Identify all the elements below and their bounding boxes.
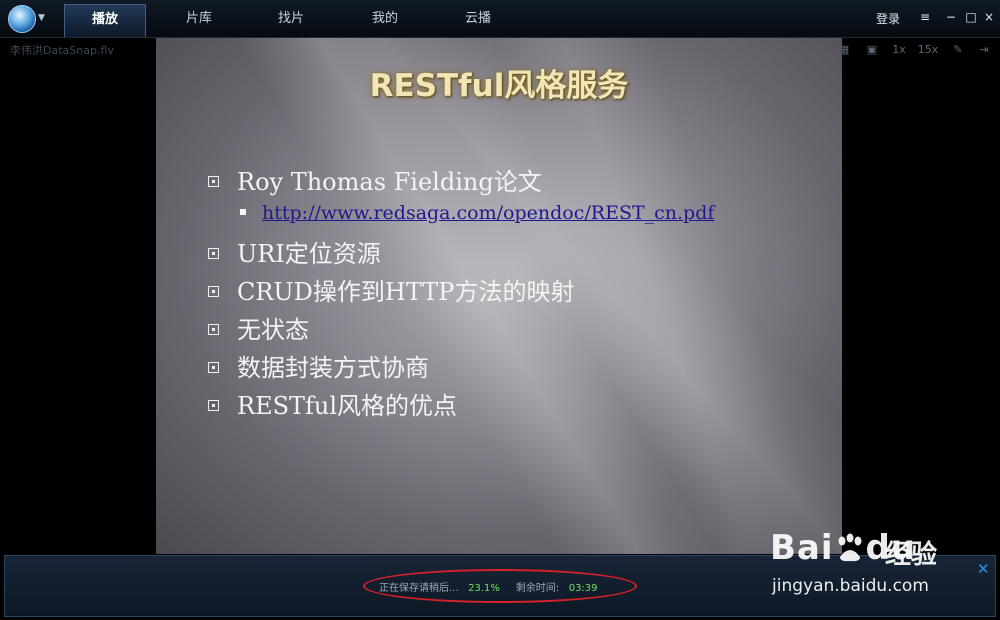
tab-play[interactable]: 播放 <box>64 4 146 37</box>
bullet-box-icon <box>208 286 219 297</box>
reference-link[interactable]: http://www.redsaga.com/opendoc/REST_cn.p… <box>262 202 714 224</box>
speed-1x-button[interactable]: 1x <box>890 42 908 58</box>
bullet-box-icon <box>208 362 219 373</box>
slide-bullet: URI定位资源 <box>208 234 381 269</box>
bullet-box-icon <box>208 176 219 187</box>
slide-bullet: Roy Thomas Fielding论文 <box>208 162 542 197</box>
bullet-box-icon <box>208 248 219 259</box>
close-icon[interactable]: × <box>980 8 998 26</box>
bullet-box-icon <box>208 400 219 411</box>
slide-bullet: 无状态 <box>208 310 309 345</box>
slide-sub-bullet: http://www.redsaga.com/opendoc/REST_cn.p… <box>240 202 714 224</box>
tab-mine[interactable]: 我的 <box>344 4 426 37</box>
tab-find[interactable]: 找片 <box>250 4 332 37</box>
player-window: ▼ 播放 片库 找片 我的 云播 登录 ≡ − □ × 李伟洪DataSnap.… <box>0 0 1000 620</box>
minimize-icon[interactable]: − <box>942 8 960 26</box>
window-mode-icon[interactable]: ▣ <box>864 42 880 58</box>
edit-icon[interactable]: ✎ <box>950 42 966 58</box>
chevron-down-icon[interactable]: ▼ <box>38 13 45 23</box>
paw-icon <box>838 533 862 562</box>
video-frame[interactable]: RESTful风格服务 Roy Thomas Fielding论文 http:/… <box>156 38 842 554</box>
close-save-panel-icon[interactable]: ✕ <box>977 560 990 578</box>
login-button[interactable]: 登录 <box>876 10 900 27</box>
tab-cloud[interactable]: 云播 <box>437 4 519 37</box>
highlight-oval <box>363 569 637 603</box>
speed-15x-button[interactable]: 15x <box>916 42 940 58</box>
menu-icon[interactable]: ≡ <box>916 8 934 26</box>
slide-bullet: 数据封装方式协商 <box>208 348 429 383</box>
top-bar: ▼ 播放 片库 找片 我的 云播 登录 ≡ − □ × <box>0 0 1000 38</box>
slide-bullet: RESTful风格的优点 <box>208 386 457 421</box>
slide-title: RESTful风格服务 <box>369 68 629 104</box>
slide-bullet: CRUD操作到HTTP方法的映射 <box>208 272 574 307</box>
file-name: 李伟洪DataSnap.flv <box>10 44 114 57</box>
bullet-square-icon <box>240 209 246 215</box>
maximize-icon[interactable]: □ <box>962 8 980 26</box>
watermark-url: jingyan.baidu.com <box>772 576 929 596</box>
watermark-cn: 经验 <box>885 540 938 570</box>
app-logo-icon[interactable] <box>8 5 36 33</box>
bullet-box-icon <box>208 324 219 335</box>
tab-library[interactable]: 片库 <box>158 4 240 37</box>
pin-icon[interactable]: ⇥ <box>976 42 992 58</box>
